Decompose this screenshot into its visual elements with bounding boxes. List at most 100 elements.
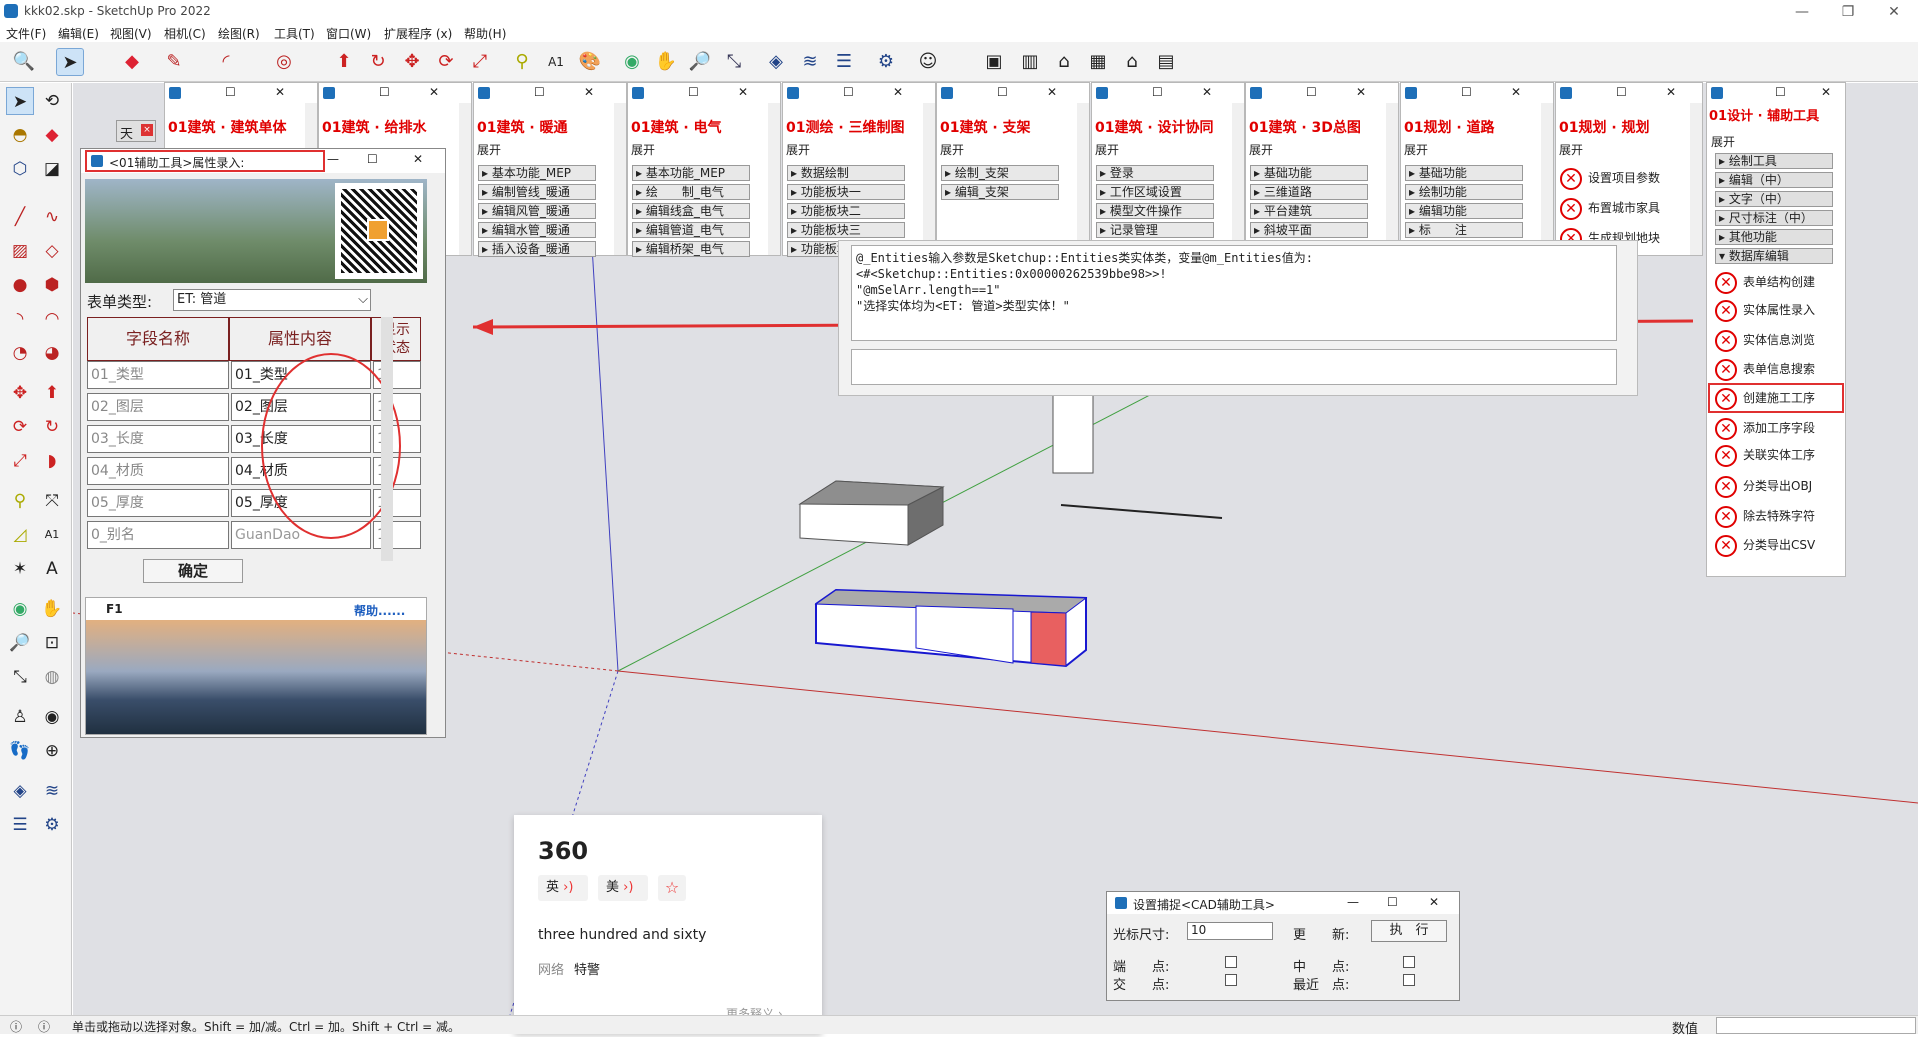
zoom-tool-icon[interactable]: 🔎 — [686, 48, 714, 76]
aux-tool-item[interactable]: ✕ 添加工序字段 — [1713, 415, 1851, 441]
panel-menu-item[interactable]: ▸ 编辑功能 — [1405, 203, 1523, 219]
vertical-block[interactable] — [1052, 392, 1094, 474]
panel-menu-item[interactable]: ▸ 功能板块二 — [787, 203, 905, 219]
help-icon[interactable]: ⓘ — [38, 1018, 50, 1035]
panel-menu-item[interactable]: ▸ 工作区域设置 — [1096, 184, 1214, 200]
orbit-tool-icon[interactable]: ◉ — [6, 595, 34, 623]
walk-icon[interactable]: 👣 — [6, 737, 34, 765]
axes-icon[interactable]: ✶ — [6, 555, 34, 583]
minimize-icon[interactable]: — — [1790, 2, 1814, 22]
panel-close-icon[interactable]: ✕ — [429, 85, 439, 99]
menu-camera[interactable]: 相机(C) — [164, 25, 206, 42]
panel-close-icon[interactable]: ✕ — [1511, 85, 1521, 99]
panel-max-icon[interactable]: ☐ — [1461, 85, 1472, 99]
panel-close-icon[interactable]: ✕ — [738, 85, 748, 99]
panel-menu-item[interactable]: ▸ 标 注 — [1405, 222, 1523, 238]
panel-scrollbar[interactable] — [1232, 103, 1244, 255]
panel-menu-item[interactable]: ▸ 基础功能 — [1250, 165, 1368, 181]
zoom-extents-icon[interactable]: ⤡ — [720, 48, 748, 76]
panel-max-icon[interactable]: ☐ — [1775, 85, 1786, 99]
previous-icon[interactable]: ◍ — [38, 663, 66, 691]
panel-expand[interactable]: 展开 — [477, 141, 501, 158]
panel-menu-item[interactable]: ▸ 平台建筑 — [1250, 203, 1368, 219]
arc3-icon[interactable]: ◔ — [6, 339, 34, 367]
circle-icon[interactable]: ● — [6, 271, 34, 299]
panel-close-icon[interactable]: ✕ — [275, 85, 285, 99]
rotated-rect-icon[interactable]: ◇ — [38, 237, 66, 265]
close-icon[interactable]: ✕ — [1882, 2, 1906, 22]
aux-tree-item[interactable]: ▸ 尺寸标注（中） — [1715, 210, 1833, 226]
execute-button[interactable]: 执 行 — [1371, 920, 1447, 942]
offset-icon[interactable]: ◗ — [38, 447, 66, 475]
panel-scrollbar[interactable] — [614, 103, 626, 255]
menu-draw[interactable]: 绘图(R) — [218, 25, 260, 42]
menu-extensions[interactable]: 扩展程序 (x) — [384, 25, 452, 42]
house-icon[interactable]: ⌂ — [1118, 48, 1146, 76]
orbit-icon[interactable]: ◉ — [618, 48, 646, 76]
confirm-button[interactable]: 确定 — [143, 559, 243, 583]
dialog-minimize-icon[interactable]: — — [327, 152, 339, 166]
pie-icon[interactable]: ◕ — [38, 339, 66, 367]
midpoint-checkbox[interactable] — [1403, 956, 1415, 968]
panel-menu-item[interactable]: ▸ 基本功能_MEP — [632, 165, 750, 181]
aux-tool-item[interactable]: ✕ 关联实体工序 — [1713, 442, 1851, 468]
panel-expand[interactable]: 展开 — [940, 141, 964, 158]
dimension-icon[interactable]: ⤧ — [38, 487, 66, 515]
store-icon[interactable]: ▤ — [1152, 48, 1180, 76]
select-icon[interactable]: ➤ — [56, 48, 84, 76]
menu-help[interactable]: 帮助(H) — [464, 25, 506, 42]
aux-tool-item[interactable]: ✕ 分类导出CSV — [1713, 532, 1851, 558]
panel-menu-item[interactable]: ▸ 数据绘制 — [787, 165, 905, 181]
panel-menu-item[interactable]: ▸ 绘制_支架 — [941, 165, 1059, 181]
flip-tool-icon[interactable]: ⚙ — [38, 811, 66, 839]
panel-max-icon[interactable]: ☐ — [688, 85, 699, 99]
panel-expand[interactable]: 展开 — [1095, 141, 1119, 158]
sandbox-tool-icon[interactable]: ◈ — [6, 777, 34, 805]
aux-tree-item[interactable]: ▸ 其他功能 — [1715, 229, 1833, 245]
menu-window[interactable]: 窗口(W) — [326, 25, 371, 42]
panel-menu-item[interactable]: ▸ 斜坡平面 — [1250, 222, 1368, 238]
panel-menu-item[interactable]: ▸ 编辑桥架_电气 — [632, 241, 750, 257]
panel-menu-item[interactable]: ▸ 绘 制_电气 — [632, 184, 750, 200]
snap-minimize-icon[interactable]: — — [1347, 895, 1359, 909]
shape-icon[interactable]: ◎ — [270, 48, 298, 76]
freehand-icon[interactable]: ∿ — [38, 203, 66, 231]
home-icon[interactable]: ⌂ — [1050, 48, 1078, 76]
form-type-select[interactable]: ET: 管道 ⌵ — [173, 289, 371, 311]
panel-close-icon[interactable]: ✕ — [584, 85, 594, 99]
panel-expand[interactable]: 展开 — [631, 141, 655, 158]
flip-edge-icon[interactable]: ⚙ — [872, 48, 900, 76]
console-input[interactable] — [851, 349, 1617, 385]
panel-close-icon[interactable]: ✕ — [893, 85, 903, 99]
panel-menu-item[interactable]: ▸ 功能板块一 — [787, 184, 905, 200]
lasso-icon[interactable]: ⟲ — [38, 87, 66, 115]
aux-tool-item[interactable]: ✕ 除去特殊字符 — [1713, 503, 1851, 529]
menu-edit[interactable]: 编辑(E) — [58, 25, 99, 42]
zoom-window-icon[interactable]: ⊡ — [38, 629, 66, 657]
scale-tool-icon[interactable]: ⤢ — [6, 447, 34, 475]
panel-expand[interactable]: 展开 — [786, 141, 810, 158]
info-icon[interactable]: ⓘ — [10, 1018, 22, 1035]
panel-max-icon[interactable]: ☐ — [1152, 85, 1163, 99]
paint-bucket-icon[interactable]: ◓ — [6, 121, 34, 149]
panel-max-icon[interactable]: ☐ — [225, 85, 236, 99]
small-tab-close-icon[interactable]: × — [141, 124, 153, 136]
panel-menu-item[interactable]: ▸ 登录 — [1096, 165, 1214, 181]
section-icon[interactable]: ⊕ — [38, 737, 66, 765]
menu-file[interactable]: 文件(F) — [6, 25, 46, 42]
drape-icon[interactable]: ☰ — [830, 48, 858, 76]
protractor-icon[interactable]: ◿ — [6, 521, 34, 549]
panel-scrollbar[interactable] — [1690, 103, 1702, 255]
menu-view[interactable]: 视图(V) — [110, 25, 152, 42]
stamp-icon[interactable]: ≋ — [796, 48, 824, 76]
dialog-maximize-icon[interactable]: ☐ — [367, 152, 378, 166]
panel-expand[interactable]: 展开 — [1249, 141, 1273, 158]
panel-scrollbar[interactable] — [459, 103, 471, 255]
nearest-checkbox[interactable] — [1403, 974, 1415, 986]
panel-menu-item[interactable]: ▸ 编辑_支架 — [941, 184, 1059, 200]
panel-close-icon[interactable]: ✕ — [1666, 85, 1676, 99]
panel-menu-item[interactable]: ▸ 基础功能 — [1405, 165, 1523, 181]
panel-expand[interactable]: 展开 — [1404, 141, 1428, 158]
panel-scrollbar[interactable] — [768, 103, 780, 255]
panel-menu-item[interactable]: ▸ 绘制功能 — [1405, 184, 1523, 200]
